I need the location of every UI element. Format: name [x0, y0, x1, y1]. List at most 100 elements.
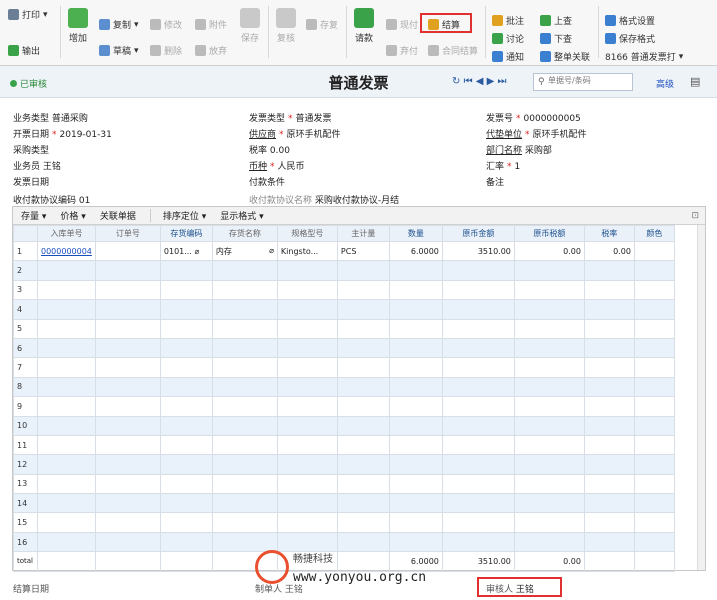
col-header-order[interactable]: 订单号	[94, 225, 161, 242]
prev-query-button[interactable]: 上查	[540, 14, 572, 27]
toolbar-ribbon: 打印 ▾ 输出 增加 复制 ▾ 修改 附件 草稿 ▾ 删除 放弃 保存 复核 存…	[0, 0, 717, 66]
table-row[interactable]: 5	[13, 318, 675, 339]
salesman-value[interactable]: 王铭	[43, 162, 61, 172]
table-row[interactable]: 12	[13, 454, 675, 475]
pay-off-icon	[386, 45, 397, 56]
dept-link[interactable]: 部门名称	[486, 146, 522, 156]
contract-icon	[428, 45, 439, 56]
table-row[interactable]: 11	[13, 434, 675, 456]
paperclip-icon[interactable]: ⌀	[269, 246, 274, 255]
first-icon[interactable]: ⏮	[464, 76, 473, 87]
record-nav[interactable]: ↻ ⏮ ◀ ▶ ⏭	[452, 76, 507, 87]
delete-button[interactable]: 删除	[150, 44, 182, 57]
advanced-link[interactable]: 高级	[656, 77, 674, 90]
col-header-spec[interactable]: 规格型号	[276, 225, 338, 242]
pay-off-button[interactable]: 弃付	[386, 44, 418, 57]
link-docs-button[interactable]: 关联单据	[100, 209, 136, 222]
review-button[interactable]: 复核	[276, 8, 296, 44]
table-row[interactable]: 15	[13, 512, 675, 533]
template-select[interactable]: 8166 普通发票打 ▾	[605, 50, 683, 64]
col-header-rate[interactable]: 税率	[583, 225, 635, 242]
search-input[interactable]	[548, 76, 630, 85]
abandon-button[interactable]: 放弃	[195, 44, 227, 57]
table-row[interactable]: 7	[13, 357, 675, 378]
col-header-rownum	[13, 225, 38, 242]
col-header-tax[interactable]: 原币税额	[513, 225, 585, 242]
stock-menu[interactable]: 存量 ▾	[21, 209, 46, 222]
expand-icon[interactable]: ⊡	[691, 211, 699, 221]
table-row[interactable]: 16	[13, 531, 675, 553]
table-row[interactable]: 13	[13, 473, 675, 495]
col-header-unit[interactable]: 主计量	[336, 225, 390, 242]
draft-button[interactable]: 草稿 ▾	[99, 44, 139, 57]
price-menu[interactable]: 价格 ▾	[60, 209, 85, 222]
copy-button[interactable]: 复制 ▾	[99, 18, 139, 31]
invoice-type-value[interactable]: 普通发票	[296, 114, 332, 124]
invoice-no-value[interactable]: 0000000005	[524, 114, 581, 124]
export-button[interactable]: 输出	[8, 44, 40, 57]
contract-settle-button[interactable]: 合同结算	[428, 44, 478, 57]
tax-rate-value[interactable]: 0.00	[270, 146, 290, 156]
table-row[interactable]: 1 0000000004 0101... ⌀ 内存 ⌀ Kingsto... P…	[13, 240, 675, 262]
currency-link[interactable]: 币种	[249, 162, 267, 172]
refresh-icon[interactable]: ↻	[452, 76, 460, 87]
biz-type-value[interactable]: 普通采购	[52, 114, 88, 124]
pay-agreement-code-value[interactable]: 01	[79, 196, 90, 206]
col-header-name[interactable]: 存货名称	[211, 225, 278, 242]
next-icon[interactable]: ▶	[487, 76, 495, 87]
table-row[interactable]: 14	[13, 493, 675, 514]
note-button[interactable]: 批注	[492, 14, 524, 27]
last-icon[interactable]: ⏭	[498, 76, 507, 87]
modify-button[interactable]: 修改	[150, 18, 182, 31]
cur-pay-button[interactable]: 现付	[386, 18, 418, 31]
format-settings-button[interactable]: 格式设置	[605, 14, 655, 27]
sort-menu[interactable]: 排序定位 ▾	[149, 209, 206, 222]
divider	[598, 6, 599, 58]
save-format-button[interactable]: 保存格式	[605, 32, 655, 45]
prev-icon[interactable]: ◀	[476, 76, 484, 87]
paperclip-icon[interactable]: ⌀	[194, 247, 199, 256]
logo-icon	[255, 550, 289, 584]
table-row[interactable]: 4	[13, 299, 675, 320]
save-button[interactable]: 保存	[240, 8, 260, 44]
withhold-icon	[354, 8, 374, 28]
pay-agreement-name-value[interactable]: 采购收付款协议-月结	[315, 196, 399, 206]
supplier-value[interactable]: 原环手机配件	[287, 130, 341, 140]
layout-icon[interactable]: ▤	[690, 75, 700, 88]
paperclip-icon	[195, 19, 206, 30]
table-row[interactable]: 3	[13, 279, 675, 301]
next-query-button[interactable]: 下查	[540, 32, 572, 45]
currency-value[interactable]: 人民币	[278, 162, 305, 172]
print-button[interactable]: 打印 ▾	[8, 8, 48, 21]
display-format-menu[interactable]: 显示格式 ▾	[220, 209, 263, 222]
col-header-code[interactable]: 存货编码	[159, 225, 213, 242]
copy-icon	[99, 19, 110, 30]
exchange-value[interactable]: 1	[515, 162, 521, 172]
search-box[interactable]: ⚲	[533, 73, 633, 91]
table-row[interactable]: 10	[13, 415, 675, 436]
whole-link-button[interactable]: 整单关联	[540, 50, 590, 63]
col-header-color[interactable]: 颜色	[633, 225, 675, 242]
store-button[interactable]: 存复	[306, 18, 338, 31]
table-row[interactable]: 8	[13, 376, 675, 398]
withhold-button[interactable]: 请款	[354, 8, 374, 44]
col-header-amount[interactable]: 原币金额	[441, 225, 515, 242]
in-no-link[interactable]: 0000000004	[41, 247, 92, 256]
vertical-scrollbar[interactable]	[697, 225, 705, 570]
table-row[interactable]: 2	[13, 260, 675, 281]
attach-button[interactable]: 附件	[195, 18, 227, 31]
open-date-value[interactable]: 2019-01-31	[60, 130, 112, 140]
printer-icon	[8, 9, 19, 20]
col-header-qty[interactable]: 数量	[388, 225, 443, 242]
table-row[interactable]: 9	[13, 396, 675, 417]
agent-value[interactable]: 原环手机配件	[533, 130, 587, 140]
col-header-in-no[interactable]: 入库单号	[37, 225, 96, 242]
search-icon: ⚲	[538, 77, 545, 87]
table-row[interactable]: 6	[13, 337, 675, 359]
supplier-link[interactable]: 供应商	[249, 130, 276, 140]
dept-value[interactable]: 采购部	[525, 146, 552, 156]
add-button[interactable]: 增加	[68, 8, 88, 44]
discuss-button[interactable]: 讨论	[492, 32, 524, 45]
agent-link[interactable]: 代垫单位	[486, 130, 522, 140]
notify-button[interactable]: 通知	[492, 50, 524, 63]
